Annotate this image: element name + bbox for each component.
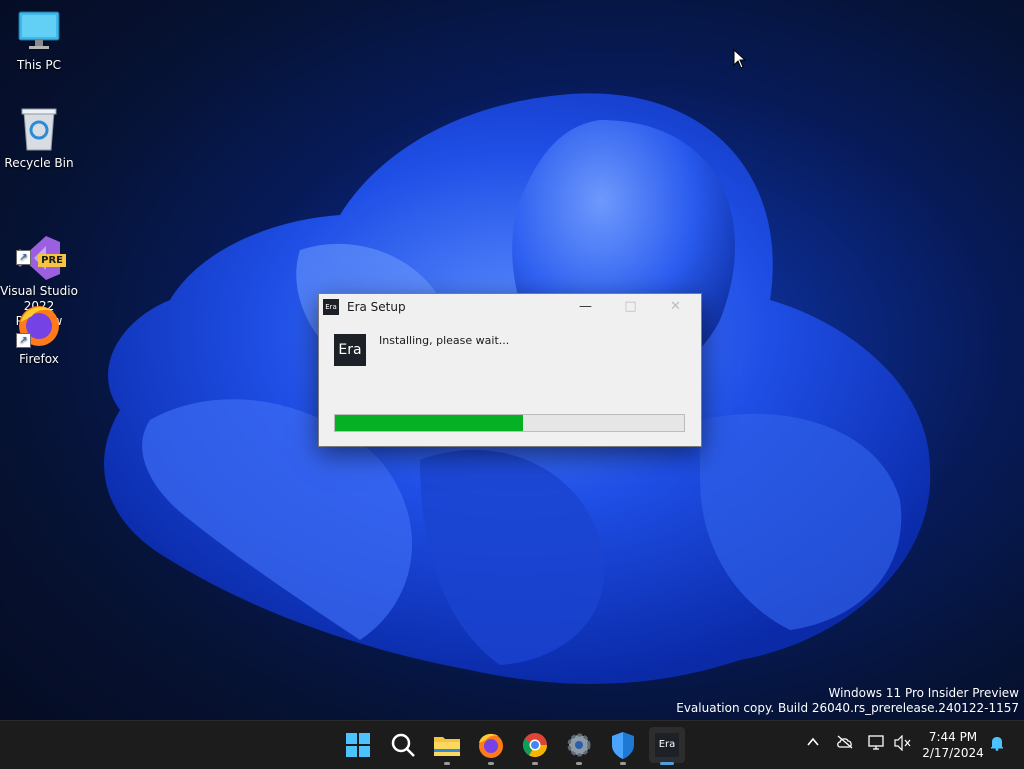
clock-time: 7:44 PM [928,730,978,744]
close-button: ✕ [670,299,681,314]
windows-security-icon [612,732,634,759]
recycle-bin-icon [16,106,62,152]
running-indicator [576,762,582,765]
desktop-icon-label: Recycle Bin [4,156,74,170]
install-progress-bar [334,414,685,432]
taskbar-era-setup[interactable]: Era [649,727,685,765]
window-title: Era Setup [347,300,406,314]
running-indicator [532,762,538,765]
search-icon [391,733,415,757]
windows-watermark: Windows 11 Pro Insider Preview Evaluatio… [676,686,1019,716]
start-button[interactable] [342,729,374,761]
taskbar-settings[interactable] [563,729,595,765]
mouse-cursor [733,49,747,69]
volume-muted-icon[interactable] [894,734,912,755]
running-indicator [488,762,494,765]
shortcut-arrow-icon: ↗ [16,333,31,348]
preview-badge: PRE [38,254,66,267]
visual-studio-preview-icon: PRE ↗ [16,219,66,280]
taskbar-clock[interactable]: 7:44 PM 2/17/2024 [920,729,986,761]
desktop-icon-label: Firefox [19,352,59,366]
desktop-icon-this-pc[interactable]: This PC [0,8,78,73]
era-logo: Era [334,334,366,366]
desktop-icon-recycle-bin[interactable]: Recycle Bin [0,106,78,171]
running-indicator [620,762,626,765]
running-indicator [444,762,450,765]
taskbar: Era 7:44 PM 2/17/2024 [0,720,1024,769]
settings-icon [567,733,591,757]
desktop-icon-label: This PC [17,58,61,72]
taskbar-firefox[interactable] [475,729,507,765]
clock-date: 2/17/2024 [922,746,984,760]
monitor-icon [16,8,62,54]
install-status: Installing, please wait... [379,334,510,347]
taskbar-chrome[interactable] [519,729,551,765]
chevron-up-icon[interactable] [806,735,820,753]
search-button[interactable] [387,729,419,761]
watermark-edition: Windows 11 Pro Insider Preview [828,686,1019,700]
progress-fill [335,415,524,431]
onedrive-offline-icon[interactable] [836,735,854,753]
maximize-button: □ [624,299,637,314]
firefox-icon: ↗ [16,302,62,348]
file-explorer-icon [434,737,460,756]
active-indicator [660,762,674,765]
taskbar-windows-security[interactable] [607,729,639,765]
era-app-icon: Era [323,299,339,315]
notification-bell-icon[interactable] [989,735,1005,755]
shortcut-arrow-icon: ↗ [16,250,31,265]
firefox-icon [479,733,503,758]
chrome-icon [522,733,547,758]
taskbar-file-explorer[interactable] [431,729,463,765]
era-icon: Era [655,733,679,757]
desktop-icon-firefox[interactable]: ↗ Firefox [0,302,78,367]
start-icon [346,733,370,757]
setup-window[interactable]: Era Era Setup — □ ✕ Era Installing, plea… [318,293,702,447]
minimize-button[interactable]: — [563,294,608,320]
watermark-build: Evaluation copy. Build 26040.rs_prerelea… [676,701,1019,715]
network-icon[interactable] [868,735,886,755]
